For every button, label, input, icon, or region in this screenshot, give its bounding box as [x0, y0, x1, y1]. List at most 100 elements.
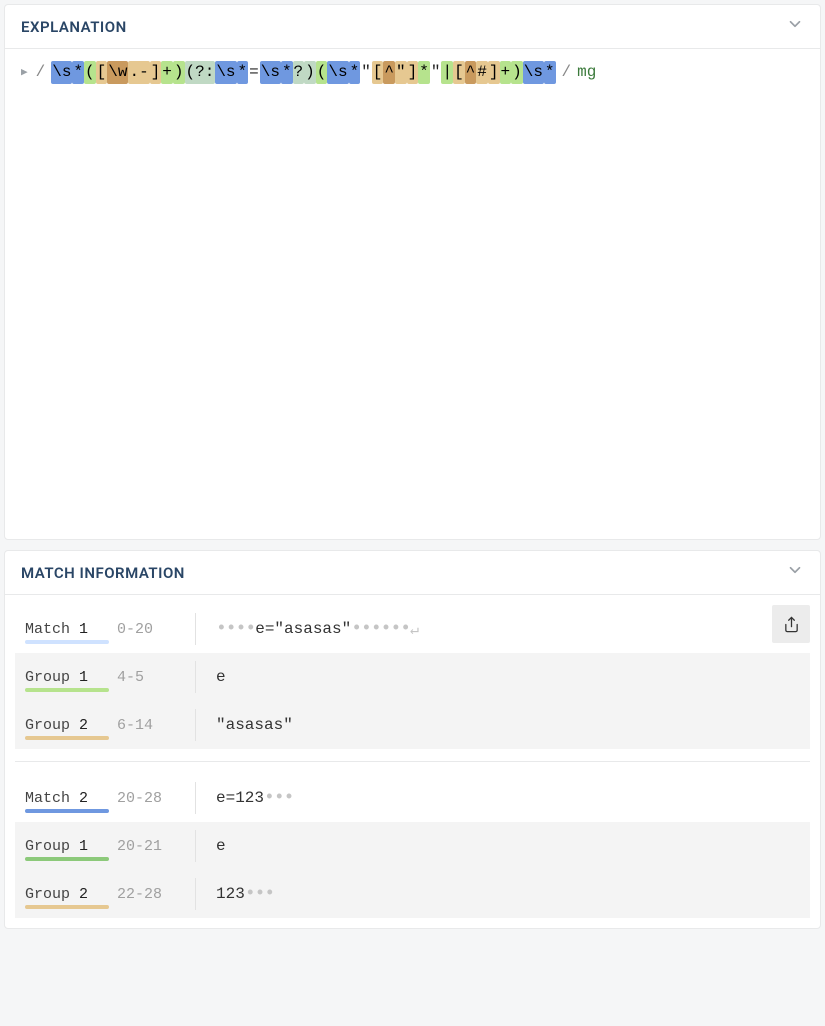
regex-token[interactable]: .-: [128, 61, 149, 84]
match-content: e: [216, 837, 800, 855]
divider: [195, 878, 196, 910]
match-info-title: MATCH INFORMATION: [21, 564, 185, 582]
color-underline: [25, 809, 109, 813]
regex-token[interactable]: (: [84, 61, 96, 84]
expand-toggle-icon[interactable]: ▶: [21, 65, 28, 79]
newline-symbol: ↵: [410, 620, 419, 639]
match-info-header[interactable]: MATCH INFORMATION: [5, 551, 820, 595]
divider: [195, 782, 196, 814]
regex-token[interactable]: |: [441, 61, 453, 84]
export-icon: [783, 616, 800, 633]
row-label: Group 2: [25, 717, 117, 734]
match-text: "asasas": [216, 716, 293, 734]
color-underline: [25, 736, 109, 740]
whitespace-dots: •••: [245, 885, 274, 903]
regex-token[interactable]: #: [476, 61, 488, 84]
color-underline: [25, 640, 109, 644]
match-content: e=123•••: [216, 789, 800, 807]
row-label: Match 1: [25, 621, 117, 638]
explanation-header[interactable]: EXPLANATION: [5, 5, 820, 49]
regex-flags: mg: [577, 63, 596, 81]
regex-token[interactable]: ": [360, 61, 372, 84]
match-text: e: [216, 668, 226, 686]
regex-token[interactable]: [: [372, 61, 384, 84]
group-row: Group 26-14 "asasas": [15, 701, 810, 749]
regex-token[interactable]: +: [500, 61, 512, 84]
regex-token[interactable]: *: [72, 61, 84, 84]
regex-token[interactable]: ": [395, 61, 407, 84]
regex-token[interactable]: *: [544, 61, 556, 84]
color-underline: [25, 688, 109, 692]
regex-token[interactable]: ]: [150, 61, 162, 84]
regex-token[interactable]: *: [281, 61, 293, 84]
row-range: 4-5: [117, 669, 195, 686]
row-label: Group 2: [25, 886, 117, 903]
match-content: ••••e="asasas"••••••↵: [216, 620, 800, 639]
regex-token[interactable]: [: [96, 61, 108, 84]
match-separator: [15, 761, 810, 762]
regex-token[interactable]: *: [418, 61, 430, 84]
group-row: Group 222-28 123•••: [15, 870, 810, 918]
explanation-title: EXPLANATION: [21, 18, 127, 36]
row-label: Group 1: [25, 838, 117, 855]
color-underline: [25, 905, 109, 909]
regex-tokens: \s*([\w.-]+)(?:\s*=\s*?)(\s*"[^"]*"|[^#]…: [51, 61, 555, 84]
row-range: 20-28: [117, 790, 195, 807]
regex-token[interactable]: \w: [107, 61, 128, 84]
regex-token[interactable]: [: [453, 61, 465, 84]
regex-token[interactable]: (: [316, 61, 328, 84]
match-content: e: [216, 668, 800, 686]
regex-token[interactable]: =: [248, 61, 260, 84]
regex-token[interactable]: *: [237, 61, 249, 84]
row-range: 0-20: [117, 621, 195, 638]
regex-token[interactable]: *: [349, 61, 361, 84]
row-label: Group 1: [25, 669, 117, 686]
regex-token[interactable]: ]: [488, 61, 500, 84]
export-button[interactable]: [772, 605, 810, 643]
match-text: e="asasas": [255, 620, 351, 638]
regex-token[interactable]: \s: [51, 61, 72, 84]
match-text: e=123: [216, 789, 264, 807]
regex-token[interactable]: ): [173, 61, 185, 84]
regex-token[interactable]: +: [161, 61, 173, 84]
chevron-down-icon: [786, 15, 804, 38]
regex-token[interactable]: ): [304, 61, 316, 84]
regex-token[interactable]: ^: [465, 61, 477, 84]
group-row: Group 120-21 e: [15, 822, 810, 870]
match-row: Match 220-28 e=123•••: [15, 774, 810, 822]
divider: [195, 709, 196, 741]
regex-token[interactable]: ": [430, 61, 442, 84]
regex-token[interactable]: \s: [260, 61, 281, 84]
explanation-body: ▶ / \s*([\w.-]+)(?:\s*=\s*?)(\s*"[^"]*"|…: [5, 49, 820, 539]
divider: [195, 613, 196, 645]
chevron-down-icon: [786, 561, 804, 584]
regex-token[interactable]: ): [511, 61, 523, 84]
whitespace-dots: •••: [264, 789, 293, 807]
divider: [195, 661, 196, 693]
row-range: 22-28: [117, 886, 195, 903]
regex-delimiter-close: /: [562, 63, 572, 81]
row-label: Match 2: [25, 790, 117, 807]
explanation-panel: EXPLANATION ▶ / \s*([\w.-]+)(?:\s*=\s*?)…: [4, 4, 821, 540]
divider: [195, 830, 196, 862]
row-range: 20-21: [117, 838, 195, 855]
match-text: 123: [216, 885, 245, 903]
whitespace-dots: ••••••: [351, 620, 410, 638]
row-range: 6-14: [117, 717, 195, 734]
match-row: Match 10-20 ••••e="asasas"••••••↵: [15, 605, 810, 653]
regex-token[interactable]: ]: [407, 61, 419, 84]
regex-token[interactable]: \s: [215, 61, 236, 84]
regex-token[interactable]: (?:: [185, 61, 216, 84]
regex-token[interactable]: \s: [327, 61, 348, 84]
color-underline: [25, 857, 109, 861]
match-content: 123•••: [216, 885, 800, 903]
regex-token[interactable]: ?: [293, 61, 305, 84]
group-row: Group 14-5 e: [15, 653, 810, 701]
regex-delimiter-open: /: [36, 63, 46, 81]
regex-expression: ▶ / \s*([\w.-]+)(?:\s*=\s*?)(\s*"[^"]*"|…: [21, 61, 804, 84]
match-content: "asasas": [216, 716, 800, 734]
match-info-panel: MATCH INFORMATION Match 10-20 ••••e="asas…: [4, 550, 821, 929]
regex-token[interactable]: \s: [523, 61, 544, 84]
match-info-body: Match 10-20••••e="asasas"••••••↵Group 14…: [5, 595, 820, 928]
regex-token[interactable]: ^: [383, 61, 395, 84]
